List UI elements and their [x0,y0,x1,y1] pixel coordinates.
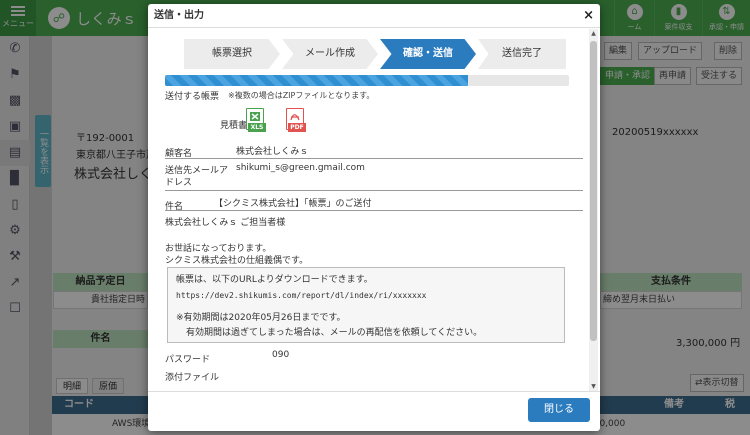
pdf-mark [290,114,300,121]
pdf-tag: PDF [288,123,306,132]
customer-value: 株式会社しくみｓ [236,147,309,157]
subject-value: 【シクミス株式会社】「帳票」のご送付 [214,199,372,209]
body-greeting: 株式会社しくみｓ ご担当者様 [165,218,286,228]
password-label: パスワード [165,355,211,365]
step-send-complete: 送信完了 [478,39,566,69]
step-compose-mail: メール作成 [282,39,378,69]
step-indicator: 帳票選択 メール作成 確認・送信 送信完了 [184,39,568,69]
divider [165,190,583,191]
email-label: 送信先メールア ドレス [165,166,229,188]
scroll-up-icon[interactable]: ▲ [589,29,598,38]
body-line-2: シクミス株式会社の仕組義偶です。 [165,256,309,266]
dialog-title: 送信・出力 [148,4,600,28]
dialog-scrollbar[interactable]: ▲ ▼ [589,29,598,391]
grid-mark [250,112,260,121]
zip-hint: ※複数の場合はZIPファイルとなります。 [228,91,375,100]
dialog-footer: 閉じる [148,391,600,431]
document-name: 見積書 [220,121,248,131]
divider [165,210,583,211]
download-instruction: 帳票は、以下のURLよりダウンロードできます。 [176,275,373,285]
xls-file-icon[interactable]: XLS [244,108,266,134]
close-button[interactable]: 閉じる [528,398,590,422]
expiry-note: 有効期間は過ぎてしまった場合は、メールの再配信を依頼してください。 [186,328,483,338]
progress-bar [165,75,569,86]
download-url[interactable]: https://dev2.shikumis.com/report/dl/inde… [176,288,556,303]
send-output-dialog: 送信・出力 × 帳票選択 メール作成 確認・送信 送信完了 送付する帳票 ※複数… [148,4,600,431]
pdf-file-icon[interactable]: PDF [284,108,306,134]
xls-tag: XLS [248,123,266,132]
dialog-body: 帳票選択 メール作成 確認・送信 送信完了 送付する帳票 ※複数の場合はZIPフ… [148,29,588,391]
download-info-box: 帳票は、以下のURLよりダウンロードできます。 https://dev2.shi… [167,267,565,343]
email-value: shikumi_s@green.gmail.com [236,163,365,173]
progress-fill [165,75,468,86]
step-confirm-send: 確認・送信 [380,39,476,69]
divider [165,158,583,159]
password-value: 090 [272,350,290,360]
close-icon[interactable]: × [583,4,594,28]
attach-document-label: 送付する帳票 [165,92,220,102]
step-select-document: 帳票選択 [184,39,280,69]
attachment-label: 添付ファイル [165,373,220,383]
scroll-down-icon[interactable]: ▼ [589,382,598,391]
scroll-thumb[interactable] [590,41,597,341]
validity-note: ※有効期間は2020年05月26日までです。 [176,313,346,323]
